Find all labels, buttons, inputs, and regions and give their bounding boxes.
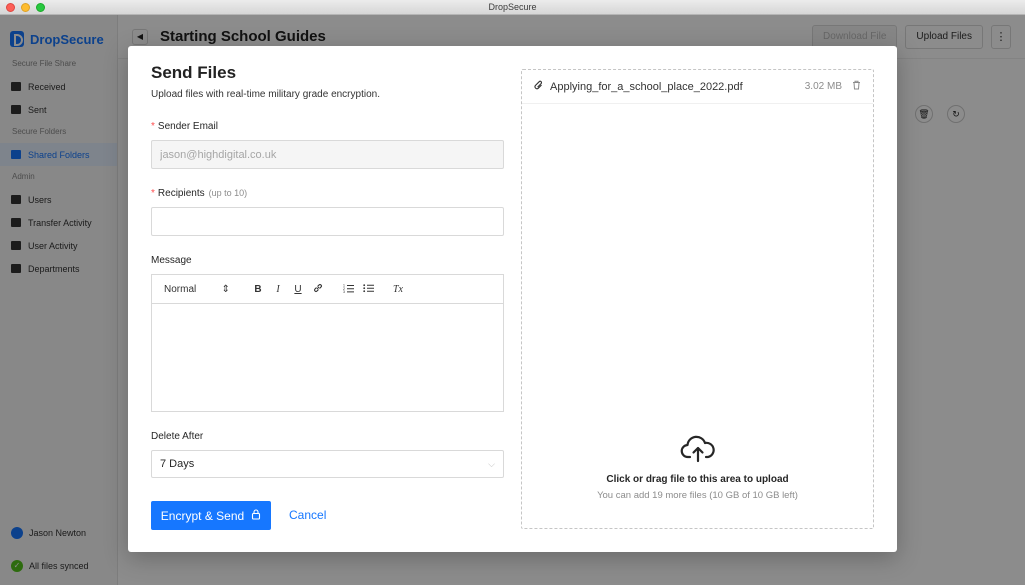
encrypt-send-button[interactable]: Encrypt & Send	[151, 501, 271, 530]
clear-format-button[interactable]: Tx	[388, 284, 408, 295]
format-select[interactable]: Normal ⇕	[164, 284, 230, 295]
message-label: Message	[151, 255, 192, 266]
ordered-list-icon[interactable]: 123	[338, 283, 358, 296]
label-text: Recipients	[157, 188, 205, 199]
file-name: Applying_for_a_school_place_2022.pdf	[550, 80, 743, 93]
modal-subtitle: Upload files with real-time military gra…	[151, 89, 380, 100]
file-list-item: Applying_for_a_school_place_2022.pdf 3.0…	[522, 70, 873, 104]
send-files-modal: Send Files Upload files with real-time m…	[128, 46, 897, 552]
minimize-window-button[interactable]	[21, 3, 30, 12]
delete-after-label: Delete After	[151, 431, 204, 442]
link-icon[interactable]	[308, 283, 328, 296]
delete-file-icon[interactable]	[852, 80, 861, 93]
file-size: 3.02 MB	[804, 81, 842, 92]
format-select-value: Normal	[164, 283, 197, 295]
upload-prompt: Click or drag file to this area to uploa…	[522, 435, 873, 501]
underline-button[interactable]: U	[288, 284, 308, 295]
delete-after-select[interactable]: 7 Days ⌵	[151, 450, 504, 478]
encrypt-send-label: Encrypt & Send	[160, 508, 245, 523]
message-textarea[interactable]	[152, 304, 503, 411]
window-controls	[6, 3, 45, 12]
sender-email-field	[151, 140, 504, 169]
cloud-upload-icon	[680, 435, 716, 467]
bullet-list-icon[interactable]	[358, 283, 378, 296]
lock-icon	[251, 508, 261, 523]
window-title: DropSecure	[488, 2, 537, 12]
recipients-label: * Recipients (up to 10)	[151, 188, 247, 199]
upload-instruction: Click or drag file to this area to uploa…	[606, 474, 789, 485]
sender-email-label: * Sender Email	[151, 121, 218, 132]
required-marker: *	[151, 121, 155, 132]
sort-icon: ⇕	[221, 283, 230, 295]
recipients-hint: (up to 10)	[208, 188, 248, 198]
bold-button[interactable]: B	[248, 284, 268, 295]
paperclip-icon	[534, 80, 544, 94]
zoom-window-button[interactable]	[36, 3, 45, 12]
upload-capacity-hint: You can add 19 more files (10 GB of 10 G…	[597, 490, 798, 501]
upload-dropzone[interactable]: Applying_for_a_school_place_2022.pdf 3.0…	[521, 69, 874, 529]
italic-button[interactable]: I	[268, 284, 288, 295]
required-marker: *	[151, 188, 155, 199]
window-titlebar: DropSecure	[0, 0, 1025, 15]
close-window-button[interactable]	[6, 3, 15, 12]
chevron-down-icon: ⌵	[488, 458, 495, 469]
label-text: Sender Email	[157, 121, 218, 132]
editor-toolbar: Normal ⇕ B I U 123 Tx	[152, 275, 503, 304]
recipients-field[interactable]	[151, 207, 504, 236]
cancel-button[interactable]: Cancel	[289, 501, 326, 530]
modal-title: Send Files	[151, 63, 237, 82]
message-editor: Normal ⇕ B I U 123 Tx	[151, 274, 504, 412]
delete-after-value: 7 Days	[160, 458, 195, 470]
svg-text:3: 3	[343, 290, 345, 293]
